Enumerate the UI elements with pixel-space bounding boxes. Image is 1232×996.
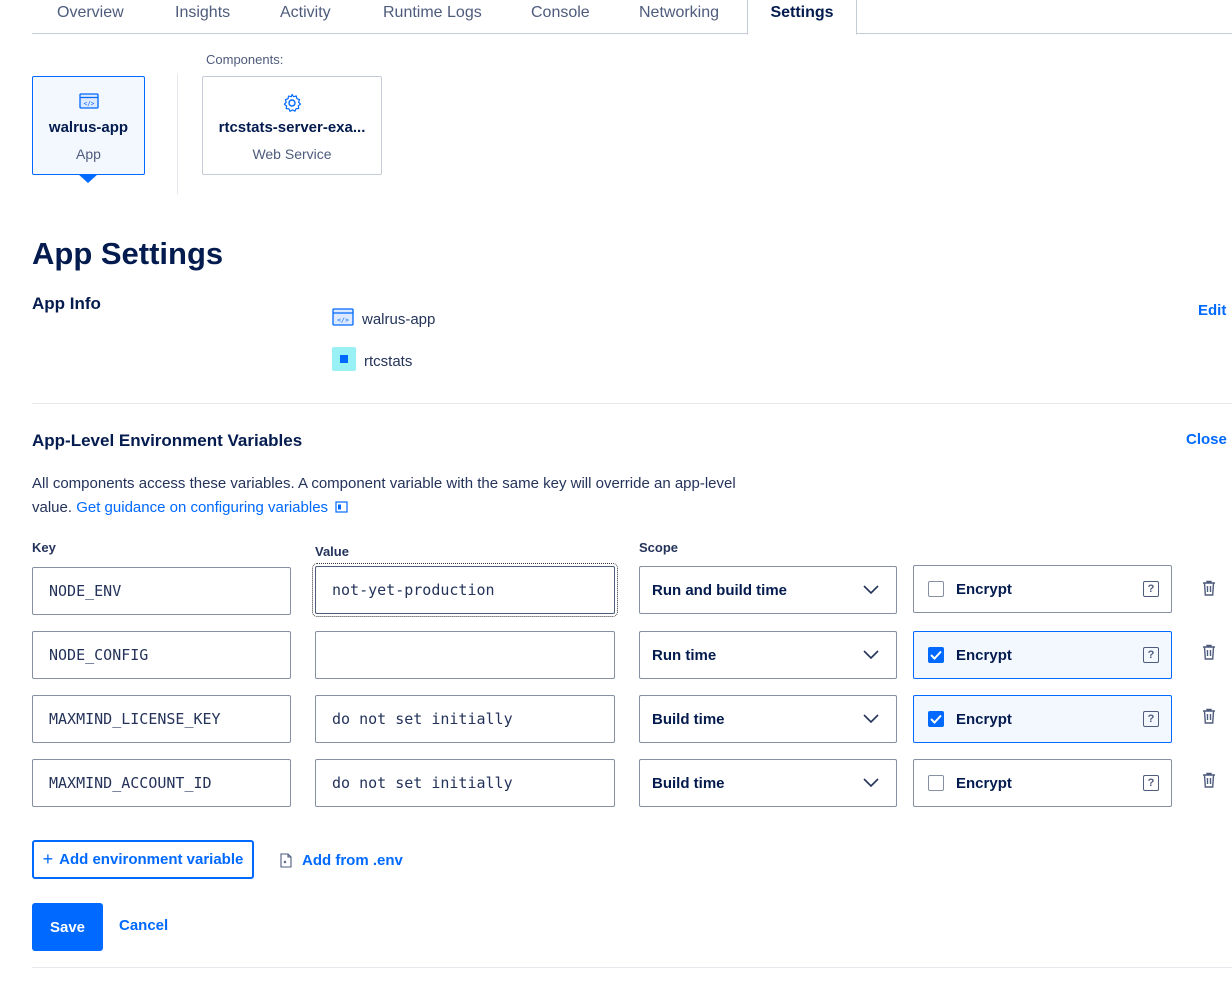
component-type: App xyxy=(76,146,101,162)
chevron-down-icon xyxy=(863,714,879,724)
app-info-title: App Info xyxy=(32,294,101,313)
env-value-input[interactable] xyxy=(315,631,615,679)
app-code-icon: </> xyxy=(332,308,354,330)
gear-icon xyxy=(282,93,302,118)
save-button[interactable]: Save xyxy=(32,903,103,951)
encrypt-checkbox[interactable] xyxy=(928,711,944,727)
tab-runtime-logs[interactable]: Runtime Logs xyxy=(383,0,482,34)
env-key-input[interactable]: MAXMIND_ACCOUNT_ID xyxy=(32,759,291,807)
app-name: walrus-app xyxy=(362,310,436,328)
svg-text:</>: </> xyxy=(337,316,349,324)
project-icon xyxy=(332,347,356,375)
env-key-input[interactable]: NODE_ENV xyxy=(32,567,291,615)
help-icon[interactable]: ? xyxy=(1143,775,1159,791)
env-section-title: App-Level Environment Variables xyxy=(32,431,303,450)
check-icon xyxy=(930,650,942,660)
help-icon[interactable]: ? xyxy=(1143,711,1159,727)
cancel-button[interactable]: Cancel xyxy=(119,917,168,934)
component-type: Web Service xyxy=(252,146,332,162)
scope-select[interactable]: Build time xyxy=(639,759,897,807)
tab-overview[interactable]: Overview xyxy=(57,0,124,34)
edit-app-info-link[interactable]: Edit xyxy=(1198,302,1226,319)
env-description: All components access these variables. A… xyxy=(32,475,736,516)
component-card-app[interactable]: </> walrus-app App xyxy=(32,76,145,175)
guidance-link[interactable]: Get guidance on configuring variables xyxy=(76,499,348,516)
page-title: App Settings xyxy=(32,236,224,271)
divider xyxy=(177,74,178,194)
tab-activity[interactable]: Activity xyxy=(280,0,331,34)
project-row: rtcstats xyxy=(332,347,412,375)
add-environment-variable-button[interactable]: + Add environment variable xyxy=(32,840,254,879)
app-name-row: </> walrus-app xyxy=(332,308,435,330)
tab-settings[interactable]: Settings xyxy=(747,0,857,35)
component-name: walrus-app xyxy=(48,119,129,136)
help-icon[interactable]: ? xyxy=(1143,647,1159,663)
trash-icon[interactable] xyxy=(1202,772,1216,788)
check-icon xyxy=(930,714,942,724)
tab-console[interactable]: Console xyxy=(531,0,590,34)
env-key-input[interactable]: NODE_CONFIG xyxy=(32,631,291,679)
chevron-down-icon xyxy=(863,778,879,788)
env-key-input[interactable]: MAXMIND_LICENSE_KEY xyxy=(32,695,291,743)
encrypt-toggle[interactable]: Encrypt ? xyxy=(913,695,1172,743)
component-card-web-service[interactable]: rtcstats-server-exa... Web Service xyxy=(202,76,382,175)
col-label-scope: Scope xyxy=(639,540,679,555)
encrypt-checkbox[interactable] xyxy=(928,581,944,597)
encrypt-checkbox[interactable] xyxy=(928,647,944,663)
trash-icon[interactable] xyxy=(1202,580,1216,596)
plus-icon: + xyxy=(42,849,54,869)
chevron-down-icon xyxy=(863,585,879,595)
scope-select[interactable]: Run and build time xyxy=(639,566,897,614)
tab-insights[interactable]: Insights xyxy=(175,0,230,34)
help-icon[interactable]: ? xyxy=(1143,581,1159,597)
chevron-down-icon xyxy=(863,650,879,660)
scope-select[interactable]: Build time xyxy=(639,695,897,743)
divider xyxy=(32,403,1232,404)
trash-icon[interactable] xyxy=(1202,644,1216,660)
external-doc-icon xyxy=(335,501,348,513)
env-value-input[interactable]: do not set initially xyxy=(315,759,615,807)
components-label: Components: xyxy=(206,52,284,67)
encrypt-toggle[interactable]: Encrypt ? xyxy=(913,759,1172,807)
env-value-input[interactable]: do not set initially xyxy=(315,695,615,743)
svg-text:</>: </> xyxy=(83,101,94,108)
col-label-value: Value xyxy=(315,544,349,559)
divider xyxy=(32,967,1232,968)
col-label-key: Key xyxy=(32,540,56,555)
add-from-env-button[interactable]: Add from .env xyxy=(280,852,403,869)
scope-select[interactable]: Run time xyxy=(639,631,897,679)
encrypt-toggle[interactable]: Encrypt ? xyxy=(913,565,1172,613)
encrypt-checkbox[interactable] xyxy=(928,775,944,791)
app-code-icon: </> xyxy=(78,93,99,114)
trash-icon[interactable] xyxy=(1202,708,1216,724)
env-value-input[interactable]: not-yet-production xyxy=(312,563,618,617)
tab-bar: Overview Insights Activity Runtime Logs … xyxy=(32,0,1232,35)
encrypt-toggle[interactable]: Encrypt ? xyxy=(913,631,1172,679)
file-icon xyxy=(280,853,292,868)
project-name: rtcstats xyxy=(364,352,413,370)
component-name: rtcstats-server-exa... xyxy=(218,119,366,136)
tab-networking[interactable]: Networking xyxy=(639,0,719,34)
selected-caret xyxy=(78,174,98,183)
close-env-link[interactable]: Close xyxy=(1186,431,1227,448)
